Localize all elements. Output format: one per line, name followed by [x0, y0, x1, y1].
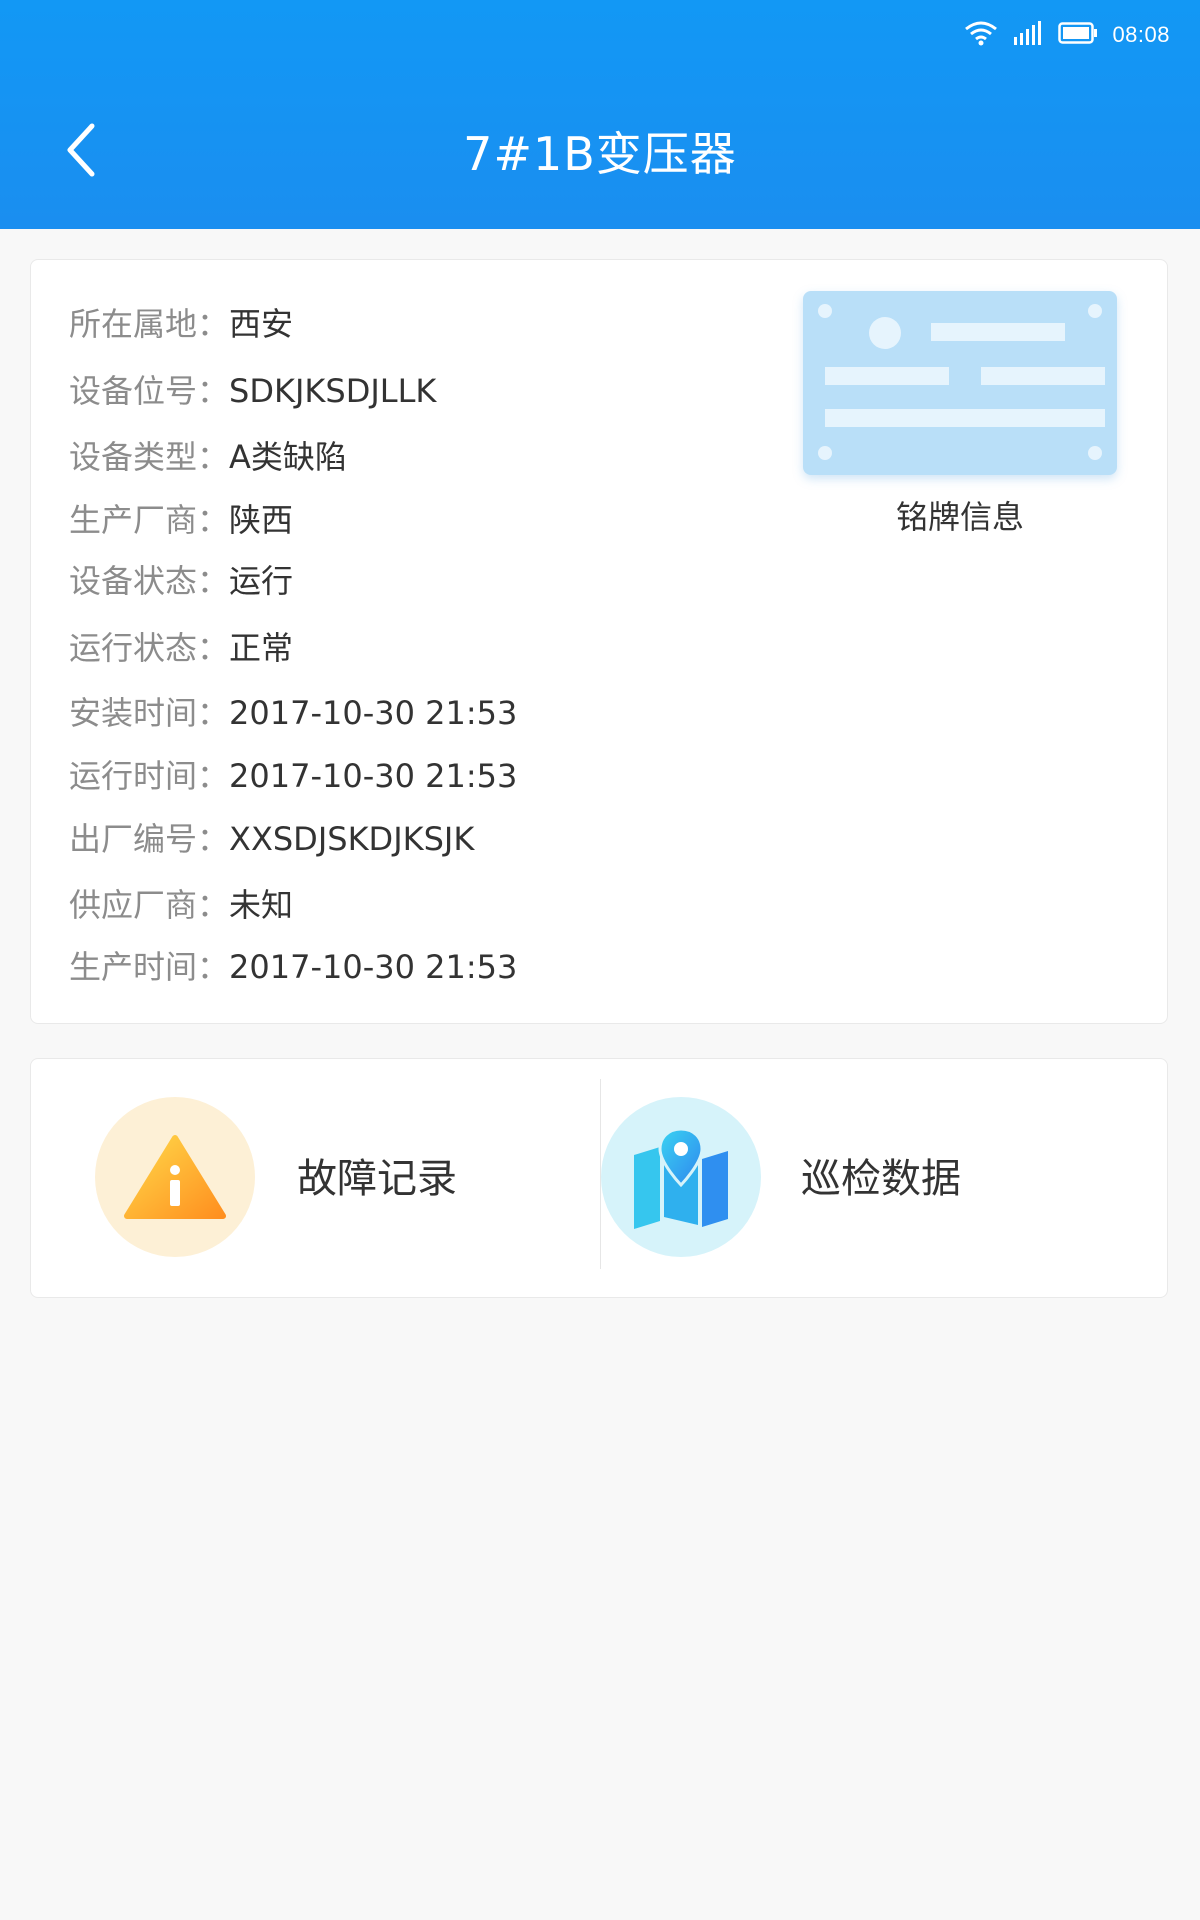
info-value: SDKJKSDJLLK [229, 372, 437, 410]
battery-icon [1058, 22, 1098, 48]
info-value: 运行 [229, 562, 294, 600]
nameplate-label[interactable]: 铭牌信息 [803, 492, 1117, 538]
status-bar: 08:08 [964, 18, 1170, 52]
warning-icon [95, 1097, 255, 1257]
info-label: 生产时间： [69, 948, 230, 986]
info-value: 陕西 [229, 501, 294, 539]
info-value: A类缺陷 [229, 438, 347, 476]
info-label: 设备状态： [69, 562, 230, 600]
info-row-run-status: 运行状态：正常 [69, 628, 293, 668]
map-pin-icon [601, 1097, 761, 1257]
info-label: 运行时间： [69, 757, 230, 795]
info-row-location: 所在属地：西安 [69, 304, 293, 344]
info-label: 设备位号： [69, 372, 230, 410]
status-time: 08:08 [1112, 22, 1170, 47]
info-value: 正常 [229, 629, 294, 667]
page-title: 7#1B变压器 [463, 127, 737, 181]
info-row-serial-number: 出厂编号：XXSDJSKDJKSJK [69, 819, 474, 859]
info-label: 生产厂商： [69, 501, 230, 539]
info-label: 所在属地： [69, 305, 230, 343]
info-value: 2017-10-30 21:53 [229, 948, 518, 986]
info-row-tag-number: 设备位号：SDKJKSDJLLK [69, 371, 436, 411]
info-label: 设备类型： [69, 438, 230, 476]
device-info-card: 所在属地：西安 设备位号：SDKJKSDJLLK 设备类型：A类缺陷 生产厂商：… [30, 259, 1168, 1024]
signal-icon [1012, 20, 1044, 50]
info-value: 2017-10-30 21:53 [229, 694, 518, 732]
info-value: 西安 [229, 305, 294, 343]
info-label: 运行状态： [69, 629, 230, 667]
app-header: 08:08 7#1B变压器 [0, 0, 1200, 229]
info-row-supplier: 供应厂商：未知 [69, 885, 293, 925]
wifi-icon [964, 20, 998, 50]
nameplate-card-icon [818, 304, 1105, 460]
info-value: 未知 [229, 886, 294, 924]
info-value: XXSDJSKDJKSJK [229, 820, 475, 858]
info-row-manufacturer: 生产厂商：陕西 [69, 500, 293, 540]
info-value: 2017-10-30 21:53 [229, 757, 518, 795]
inspection-data-button[interactable]: 巡检数据 [601, 1059, 1169, 1299]
info-row-install-time: 安装时间：2017-10-30 21:53 [69, 693, 517, 733]
fault-record-button[interactable]: 故障记录 [31, 1059, 599, 1299]
info-row-run-time: 运行时间：2017-10-30 21:53 [69, 756, 517, 796]
inspection-data-label: 巡检数据 [801, 1156, 961, 1202]
actions-card: 故障记录 巡检数据 [30, 1058, 1168, 1298]
info-label: 供应厂商： [69, 886, 230, 924]
info-row-device-type: 设备类型：A类缺陷 [69, 437, 347, 477]
nameplate-image[interactable] [803, 291, 1117, 475]
info-row-production-time: 生产时间：2017-10-30 21:53 [69, 947, 517, 987]
fault-record-label: 故障记录 [297, 1156, 457, 1202]
info-label: 安装时间： [69, 694, 230, 732]
info-row-device-status: 设备状态：运行 [69, 561, 293, 601]
info-label: 出厂编号： [69, 820, 230, 858]
